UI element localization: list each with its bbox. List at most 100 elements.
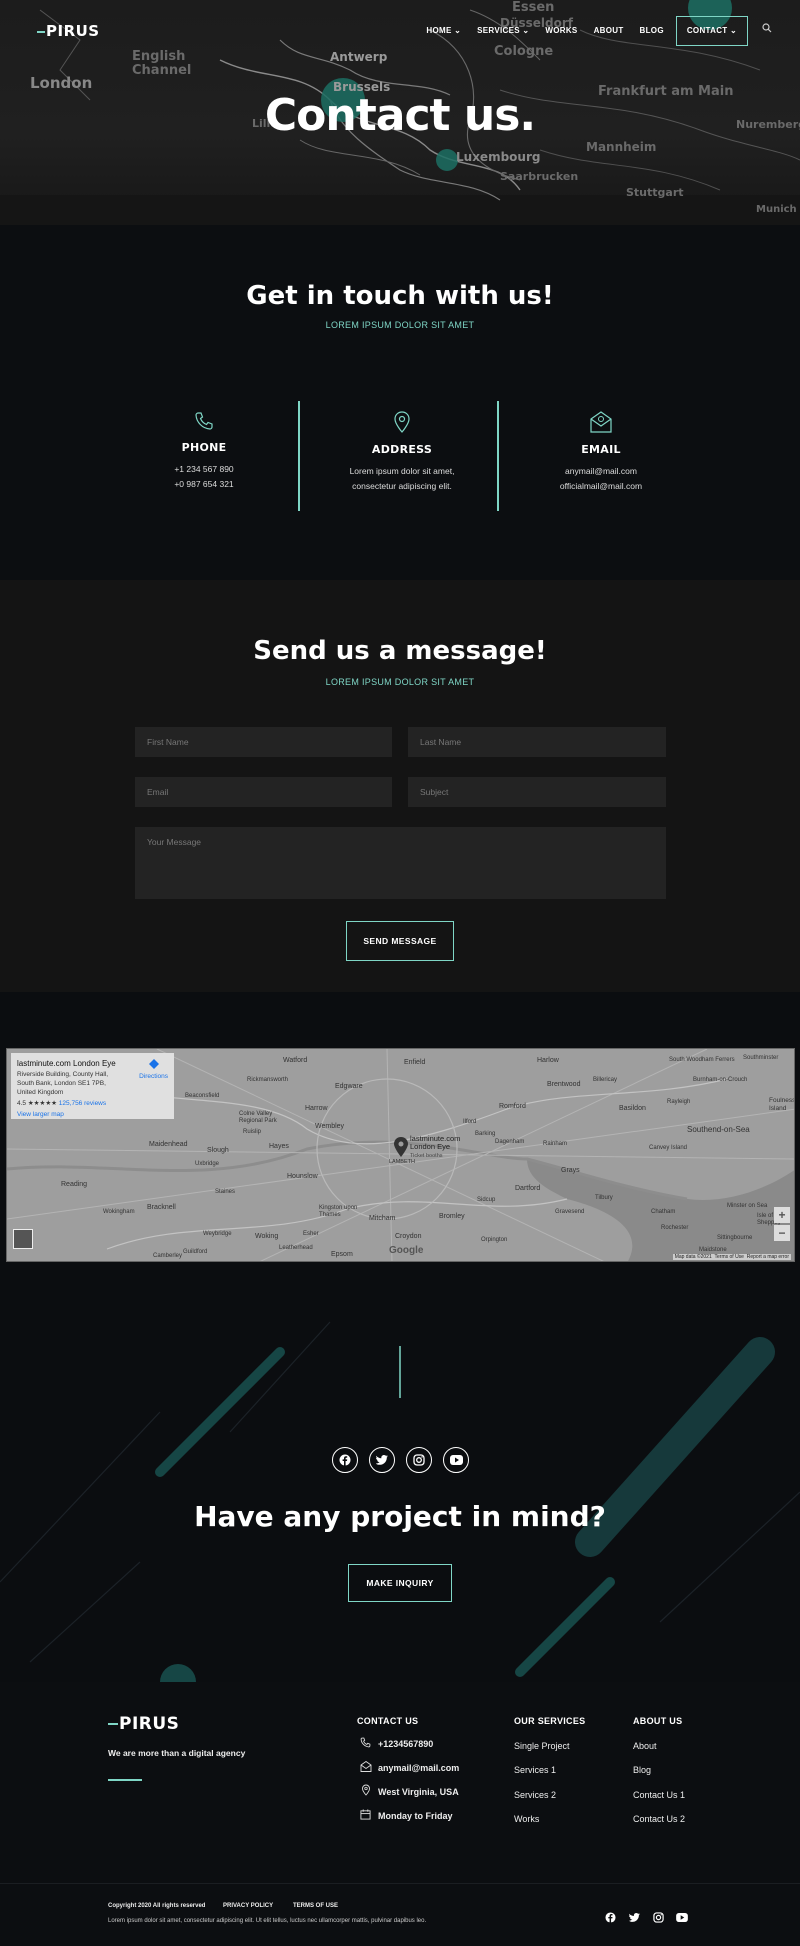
- map-label: Rochester: [661, 1225, 689, 1231]
- info-title: ADDRESS: [371, 443, 433, 456]
- directions-button[interactable]: Directions: [139, 1059, 168, 1081]
- nav-about[interactable]: ABOUT: [586, 16, 632, 46]
- email-input[interactable]: [135, 777, 392, 807]
- map-label: Sidcup: [477, 1197, 496, 1203]
- map-label: English Channel: [132, 49, 192, 78]
- twitter-icon[interactable]: [369, 1447, 395, 1473]
- map-label: Southend-on-Sea: [687, 1125, 750, 1134]
- map-label: Antwerp: [330, 50, 388, 64]
- map-label: Billericay: [593, 1077, 618, 1083]
- calendar-icon: [360, 1809, 371, 1820]
- divider: [298, 401, 300, 511]
- zoom-in-button[interactable]: +: [774, 1207, 790, 1223]
- embedded-map[interactable]: Watford Enfield Harlow South Woodham Fer…: [6, 1048, 795, 1262]
- footer-email[interactable]: anymail@mail.com: [378, 1763, 459, 1773]
- map-label: Esher: [303, 1231, 319, 1237]
- map-label: Dagenham: [495, 1139, 525, 1145]
- nav-works[interactable]: WORKS: [537, 16, 585, 46]
- footer-phone[interactable]: +1234567890: [378, 1739, 433, 1749]
- location-pin-icon: [394, 411, 410, 433]
- map-label: Wembley: [315, 1123, 345, 1130]
- map-label: Dartford: [515, 1185, 541, 1192]
- section-subtitle: LOREM IPSUM DOLOR SIT AMET: [325, 320, 475, 330]
- map-label: Watford: [283, 1057, 308, 1064]
- map-label: Southminster: [743, 1055, 779, 1061]
- instagram-icon[interactable]: [406, 1447, 432, 1473]
- nav-home[interactable]: HOME ⌄: [418, 16, 469, 46]
- last-name-input[interactable]: [408, 727, 666, 757]
- satellite-toggle[interactable]: [13, 1229, 33, 1249]
- map-report-link[interactable]: Report a map error: [747, 1254, 789, 1260]
- footer-link-contact-us-2[interactable]: Contact Us 2: [633, 1814, 685, 1824]
- send-message-button[interactable]: SEND MESSAGE: [346, 921, 454, 961]
- footer-link-services-2[interactable]: Services 2: [514, 1790, 556, 1800]
- map-label: Munich: [756, 204, 797, 215]
- map-label: LAMBETH: [389, 1159, 415, 1165]
- main-nav: HOME ⌄ SERVICES ⌄ WORKS ABOUT BLOG CONTA…: [418, 16, 780, 46]
- terms-of-use-link[interactable]: TERMS OF USE: [293, 1903, 338, 1909]
- twitter-icon[interactable]: [629, 1913, 640, 1923]
- map-label: Hayes: [269, 1143, 289, 1150]
- footer-link-services-1[interactable]: Services 1: [514, 1765, 556, 1775]
- map-label: Weybridge: [203, 1231, 232, 1237]
- footer-link-contact-us-1[interactable]: Contact Us 1: [633, 1790, 685, 1800]
- footer-contact-heading: CONTACT US: [357, 1716, 419, 1726]
- zoom-out-button[interactable]: −: [774, 1225, 790, 1241]
- map-label: Maidenhead: [149, 1141, 188, 1148]
- footer-services-heading: OUR SERVICES: [514, 1716, 586, 1726]
- map-label: Sittingbourne: [717, 1235, 753, 1241]
- nav-services[interactable]: SERVICES ⌄: [469, 16, 537, 46]
- site-footer: PIRUS We are more than a digital agency …: [0, 1682, 800, 1946]
- footer-link-works[interactable]: Works: [514, 1814, 539, 1824]
- map-pin-icon[interactable]: [394, 1137, 408, 1157]
- instagram-icon[interactable]: [653, 1912, 664, 1923]
- map-label: Staines: [215, 1189, 236, 1195]
- page-title: Contact us.: [264, 90, 536, 141]
- footer-hours: Monday to Friday: [378, 1811, 453, 1821]
- facebook-icon[interactable]: [332, 1447, 358, 1473]
- nav-blog[interactable]: BLOG: [632, 16, 672, 46]
- footer-link-blog[interactable]: Blog: [633, 1765, 651, 1775]
- map-label: Bromley: [439, 1213, 465, 1220]
- search-icon[interactable]: [748, 16, 780, 46]
- phone-icon: [195, 412, 213, 430]
- facebook-icon[interactable]: [605, 1912, 616, 1923]
- contact-form-section: Send us a message! LOREM IPSUM DOLOR SIT…: [0, 580, 800, 992]
- map-label: Slough: [207, 1147, 229, 1154]
- map-label: Stuttgart: [626, 186, 684, 199]
- section-title: Send us a message!: [253, 636, 547, 666]
- map-label: Enfield: [404, 1059, 426, 1066]
- map-terms-link[interactable]: Terms of Use: [715, 1254, 744, 1260]
- map-label: Foulness Island: [769, 1097, 795, 1112]
- pin-label: lastminute.com London Eye: [410, 1134, 461, 1151]
- youtube-icon[interactable]: [676, 1913, 688, 1922]
- view-larger-map-link[interactable]: View larger map: [17, 1110, 168, 1119]
- email-line: anymail@mail.com: [565, 466, 637, 476]
- map-label: Epsom: [331, 1251, 353, 1258]
- nav-contact[interactable]: CONTACT ⌄: [675, 16, 748, 46]
- privacy-policy-link[interactable]: PRIVACY POLICY: [223, 1903, 273, 1909]
- section-subtitle: LOREM IPSUM DOLOR SIT AMET: [325, 677, 475, 687]
- footer-about-heading: ABOUT US: [633, 1716, 683, 1726]
- place-reviews[interactable]: 125,756 reviews: [59, 1100, 106, 1107]
- site-logo[interactable]: PIRUS: [37, 22, 100, 40]
- footer-link-about[interactable]: About: [633, 1741, 657, 1751]
- map-label: Ruislip: [243, 1129, 262, 1135]
- map-label: Grays: [561, 1167, 580, 1174]
- map-label: Mitcham: [369, 1215, 396, 1222]
- map-label: Luxembourg: [456, 150, 541, 164]
- location-pin-icon: [362, 1784, 370, 1796]
- footer-link-single-project[interactable]: Single Project: [514, 1741, 570, 1751]
- map-label: Edgware: [335, 1083, 363, 1090]
- map-label: Basildon: [619, 1105, 646, 1112]
- youtube-icon[interactable]: [443, 1447, 469, 1473]
- footer-logo[interactable]: PIRUS: [108, 1714, 179, 1734]
- make-inquiry-button[interactable]: MAKE INQUIRY: [348, 1564, 452, 1602]
- map-label: Essen: [512, 0, 555, 15]
- subject-input[interactable]: [408, 777, 666, 807]
- project-heading: Have any project in mind?: [194, 1500, 606, 1533]
- first-name-input[interactable]: [135, 727, 392, 757]
- message-textarea[interactable]: [135, 827, 666, 899]
- map-label: Uxbridge: [195, 1161, 220, 1167]
- map-label: Harrow: [305, 1105, 328, 1112]
